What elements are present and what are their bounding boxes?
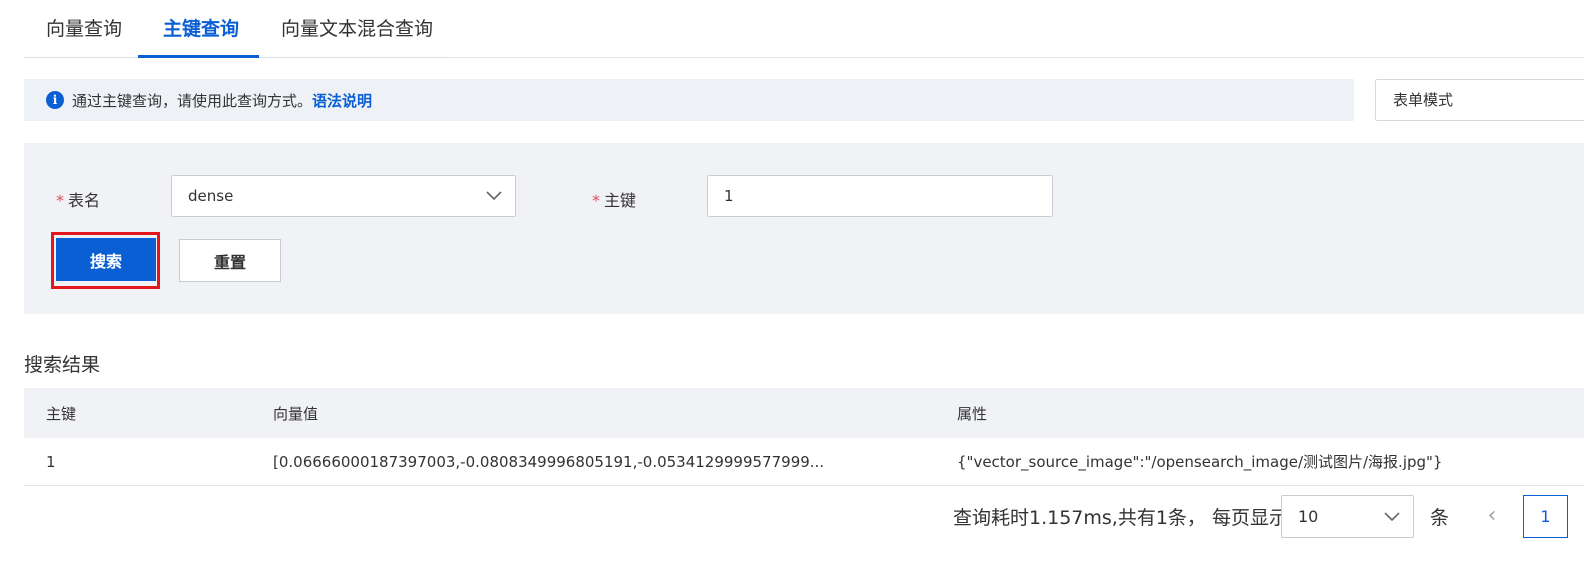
page-size-value: 10 (1298, 507, 1319, 526)
table-name-select[interactable]: dense (171, 175, 516, 217)
prev-page-icon[interactable]: ‹ (1482, 501, 1502, 531)
syntax-help-link[interactable]: 语法说明 (312, 90, 372, 111)
page-size-unit: 条 (1430, 507, 1450, 529)
query-form: * 表名 dense * 主键 1 搜索 重置 (24, 143, 1584, 314)
column-header-attributes: 属性 (957, 404, 988, 423)
results-table: 主键 向量值 属性 1 [0.06666000187397003,-0.0808… (24, 388, 1584, 486)
table-header: 主键 向量值 属性 (24, 388, 1584, 438)
cell-attributes: {"vector_source_image":"/opensearch_imag… (957, 453, 1443, 471)
page-size-select[interactable]: 10 (1281, 495, 1414, 538)
info-banner: i 通过主键查询，请使用此查询方式。 语法说明 (24, 79, 1354, 121)
required-mark: * (56, 191, 64, 210)
cell-vector: [0.06666000187397003,-0.0808349996805191… (273, 452, 825, 471)
chevron-down-icon (486, 191, 502, 201)
reset-button[interactable]: 重置 (179, 239, 281, 282)
tab-vector-query[interactable]: 向量查询 (46, 0, 122, 58)
query-tabs: 向量查询 主键查询 向量文本混合查询 (24, 0, 1584, 58)
table-name-label: * 表名 (56, 191, 101, 210)
pagination-summary: 查询耗时1.157ms,共有1条， 每页显示 (953, 507, 1288, 529)
primary-key-input[interactable]: 1 (707, 175, 1053, 217)
page-number-button[interactable]: 1 (1523, 495, 1568, 538)
search-button[interactable]: 搜索 (56, 238, 156, 281)
tab-primary-key-query[interactable]: 主键查询 (163, 0, 239, 58)
cell-key: 1 (46, 452, 56, 471)
column-header-key: 主键 (46, 404, 77, 423)
chevron-down-icon (1384, 512, 1400, 522)
column-header-vector: 向量值 (273, 404, 319, 423)
required-mark: * (592, 191, 600, 210)
primary-key-label: * 主键 (592, 191, 637, 210)
info-icon: i (46, 91, 64, 109)
info-text: 通过主键查询，请使用此查询方式。 (72, 91, 313, 110)
mode-select[interactable]: 表单模式 (1375, 79, 1584, 121)
tab-hybrid-query[interactable]: 向量文本混合查询 (281, 0, 433, 58)
active-tab-indicator (138, 55, 259, 58)
table-name-value: dense (188, 187, 234, 205)
table-row: 1 [0.06666000187397003,-0.08083499968051… (24, 438, 1584, 486)
results-title: 搜索结果 (24, 354, 101, 376)
